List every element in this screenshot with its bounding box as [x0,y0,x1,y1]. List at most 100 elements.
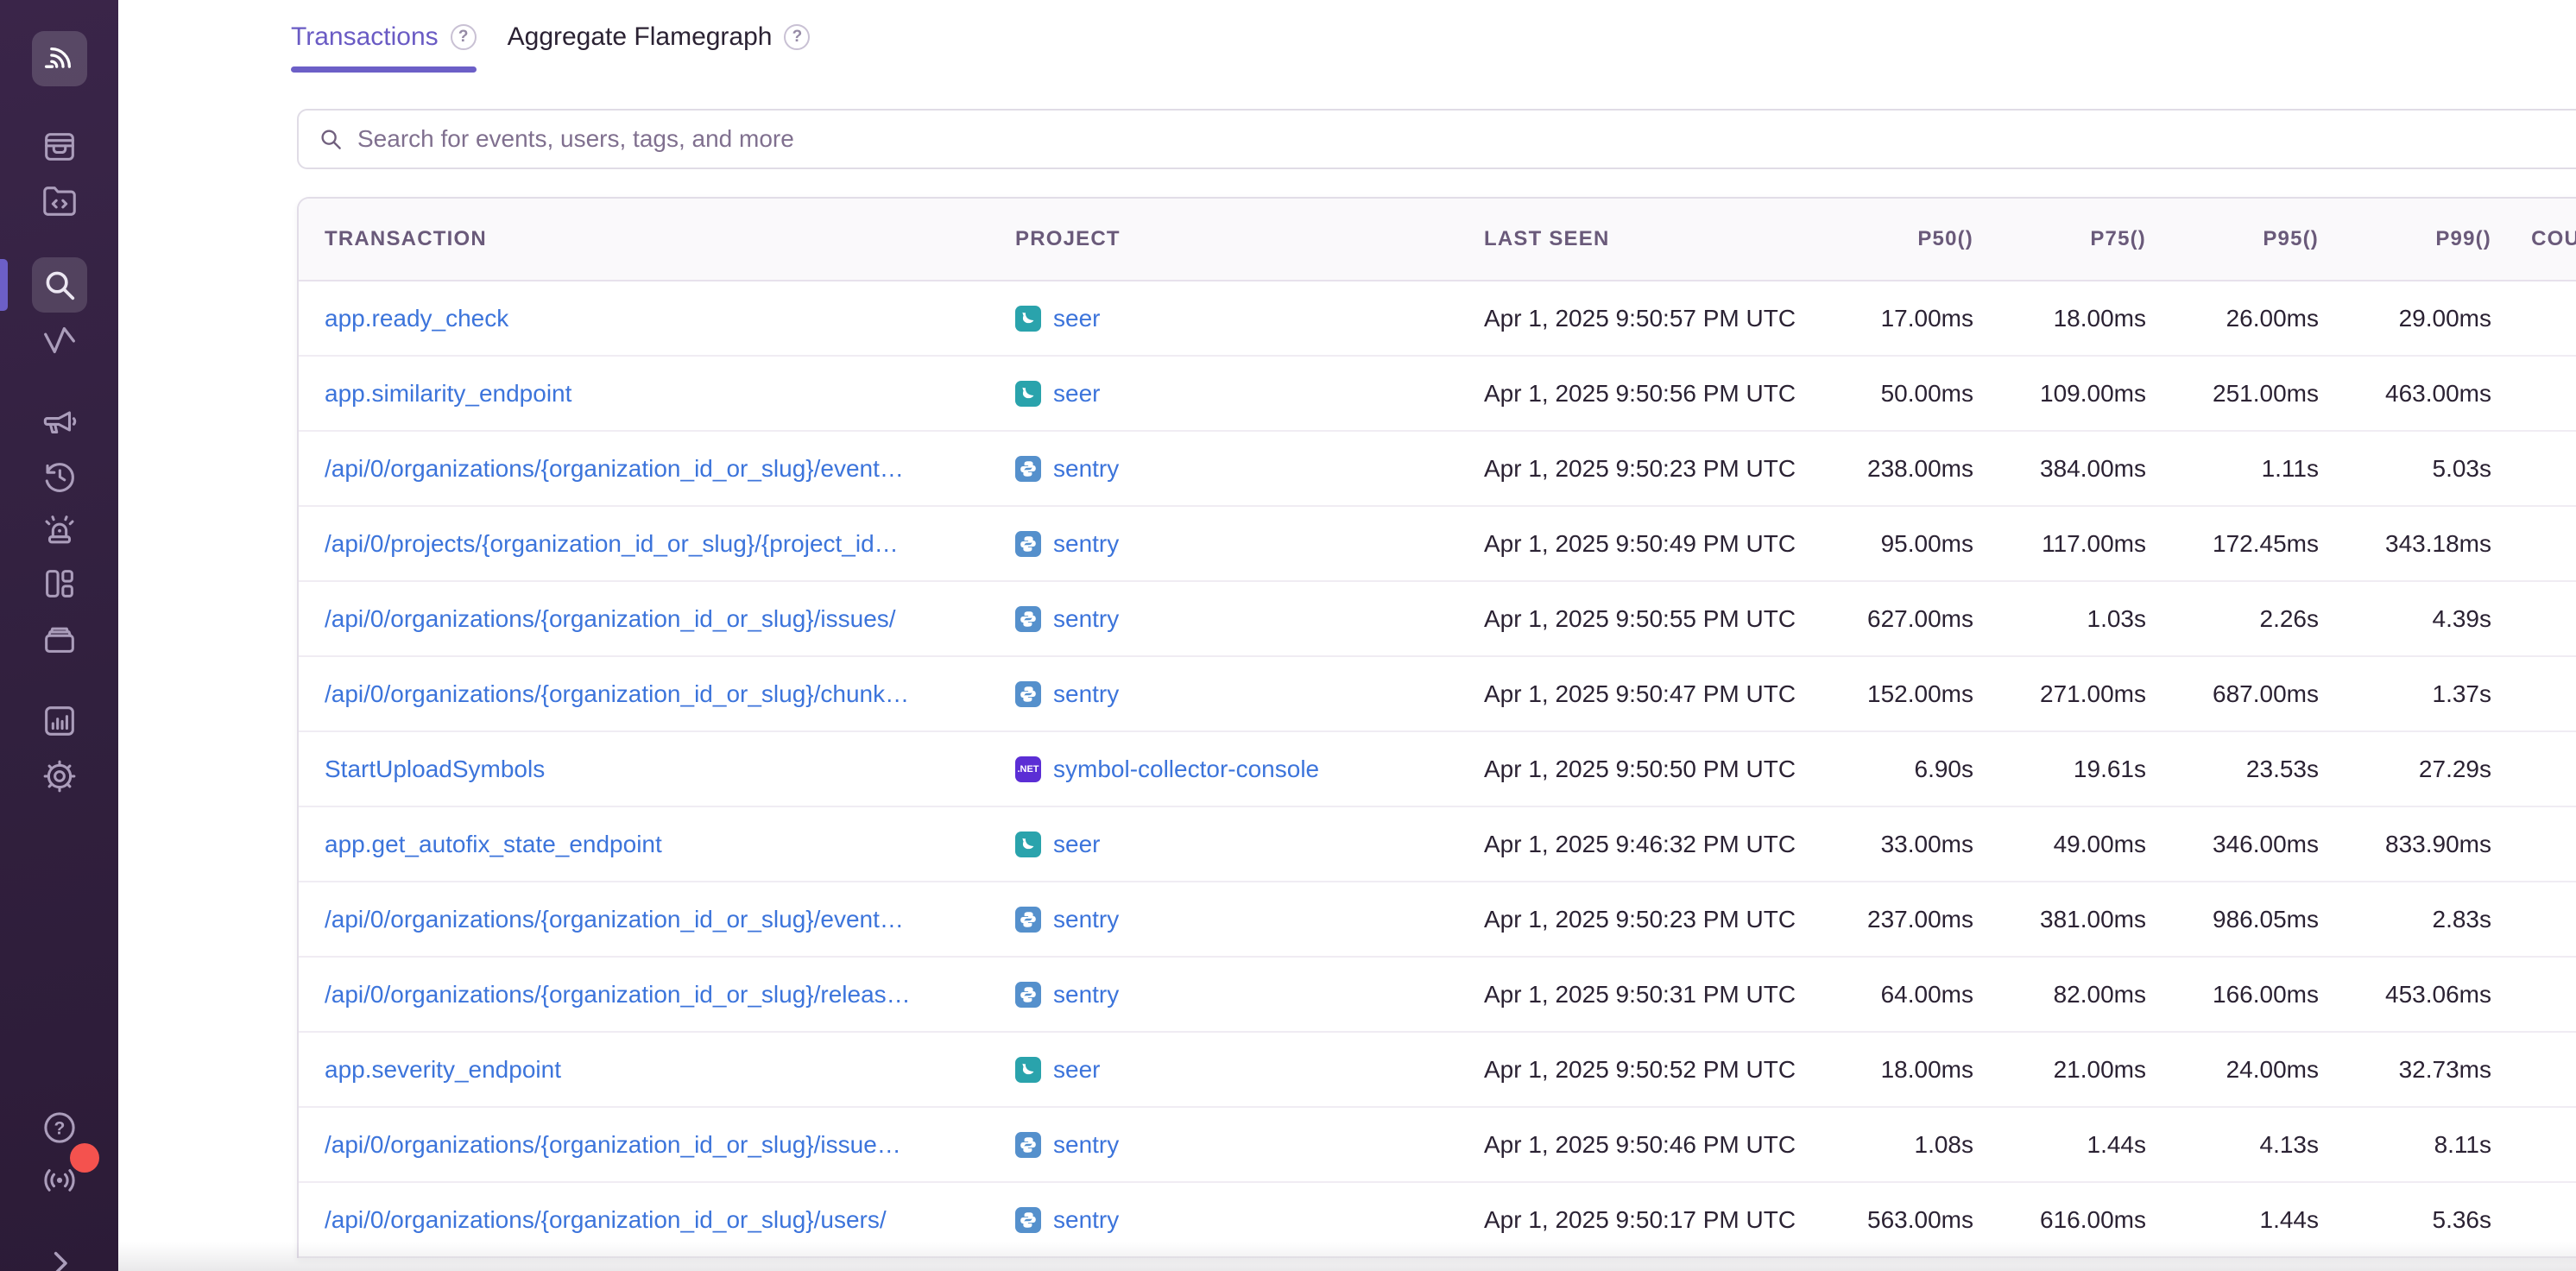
p95-cell: 166.00ms [2146,981,2319,1009]
main-content: Transactions ? Aggregate Flamegraph ? TR… [118,0,2576,1271]
count-cell: 8.9k [2491,831,2576,858]
transaction-link[interactable]: /api/0/projects/{organization_id_or_slug… [325,530,899,557]
sidebar-collapse-chevron-icon[interactable] [32,1236,87,1271]
sentry-logo-icon[interactable] [32,31,87,86]
svg-text:?: ? [54,1119,65,1139]
project-link[interactable]: seer [1053,1056,1100,1084]
project-link[interactable]: seer [1053,380,1100,408]
whats-new-broadcast-icon[interactable] [32,1152,87,1207]
p75-cell: 1.44s [1973,1131,2146,1159]
project-icon [1015,982,1041,1008]
p50-cell: 95.00ms [1818,530,1973,558]
table-row: /api/0/organizations/{organization_id_or… [299,582,2576,657]
count-cell: 3.7k [2491,1206,2576,1234]
search-bar[interactable] [297,109,2576,169]
stats-icon[interactable] [32,693,87,749]
search-input[interactable] [357,125,2576,153]
transaction-link[interactable]: app.ready_check [325,305,508,332]
active-nav-indicator [0,259,8,311]
project-link[interactable]: sentry [1053,1131,1119,1159]
count-cell: 4.8k [2491,1056,2576,1084]
last-seen-cell: Apr 1, 2025 9:50:47 PM UTC [1484,680,1818,708]
project-cell: seer [1015,831,1484,858]
transaction-link[interactable]: /api/0/organizations/{organization_id_or… [325,1131,901,1158]
project-link[interactable]: sentry [1053,530,1119,558]
column-header-last-seen[interactable]: LAST SEEN [1484,227,1818,251]
project-icon: .NET [1015,756,1041,782]
project-link[interactable]: seer [1053,305,1100,332]
traces-icon[interactable] [32,312,87,367]
p50-cell: 50.00ms [1818,380,1973,408]
transaction-cell: /api/0/projects/{organization_id_or_slug… [325,530,1015,558]
project-link[interactable]: sentry [1053,906,1119,933]
p95-cell: 4.13s [2146,1131,2319,1159]
project-cell: sentry [1015,455,1484,483]
p50-cell: 237.00ms [1818,906,1973,933]
replays-icon[interactable] [32,449,87,504]
explore-search-icon[interactable] [32,257,87,313]
project-link[interactable]: sentry [1053,455,1119,483]
project-link[interactable]: sentry [1053,605,1119,633]
releases-icon[interactable] [32,611,87,667]
p95-cell: 986.05ms [2146,906,2319,933]
count-header-label: COUNT() [2531,227,2576,251]
column-header-count[interactable]: COUNT() ↓ [2491,226,2576,253]
p50-cell: 17.00ms [1818,305,1973,332]
p99-cell: 29.00ms [2319,305,2491,332]
transaction-link[interactable]: /api/0/organizations/{organization_id_or… [325,981,911,1008]
p99-cell: 8.11s [2319,1131,2491,1159]
project-link[interactable]: sentry [1053,981,1119,1009]
column-header-transaction[interactable]: TRANSACTION [325,227,1015,251]
p95-cell: 346.00ms [2146,831,2319,858]
transaction-link[interactable]: /api/0/organizations/{organization_id_or… [325,680,909,707]
transaction-link[interactable]: app.similarity_endpoint [325,380,571,407]
column-header-p99[interactable]: P99() [2319,227,2491,251]
tab-aggregate-flamegraph[interactable]: Aggregate Flamegraph ? [508,22,811,73]
transaction-link[interactable]: /api/0/organizations/{organization_id_or… [325,605,896,632]
count-cell: 12k [2491,680,2576,708]
transaction-link[interactable]: StartUploadSymbols [325,756,545,782]
transaction-cell: app.ready_check [325,305,1015,332]
column-header-p50[interactable]: P50() [1818,227,1973,251]
column-header-p75[interactable]: P75() [1973,227,2146,251]
column-header-project[interactable]: PROJECT [1015,227,1484,251]
p75-cell: 381.00ms [1973,906,2146,933]
tab-bar: Transactions ? Aggregate Flamegraph ? [291,0,2576,73]
transactions-help-icon[interactable]: ? [451,24,477,50]
transaction-link[interactable]: /api/0/organizations/{organization_id_or… [325,906,904,933]
p95-cell: 251.00ms [2146,380,2319,408]
transaction-link[interactable]: /api/0/organizations/{organization_id_or… [325,1206,887,1233]
alerts-icon[interactable] [32,503,87,558]
notification-dot [70,1143,99,1173]
settings-icon[interactable] [32,749,87,804]
tab-transactions[interactable]: Transactions ? [291,22,477,73]
p75-cell: 384.00ms [1973,455,2146,483]
p75-cell: 18.00ms [1973,305,2146,332]
project-icon [1015,606,1041,632]
p50-cell: 6.90s [1818,756,1973,783]
transaction-link[interactable]: app.get_autofix_state_endpoint [325,831,662,857]
search-icon [318,126,344,152]
project-link[interactable]: sentry [1053,1206,1119,1234]
project-cell: .NET symbol-collector-console [1015,756,1484,783]
project-icon [1015,1132,1041,1158]
projects-icon[interactable] [32,174,87,229]
feedback-icon[interactable] [32,394,87,449]
transaction-cell: app.severity_endpoint [325,1056,1015,1084]
project-link[interactable]: sentry [1053,680,1119,708]
transaction-link[interactable]: app.severity_endpoint [325,1056,561,1083]
p75-cell: 82.00ms [1973,981,2146,1009]
table-row: /api/0/organizations/{organization_id_or… [299,1183,2576,1258]
aggregate-flamegraph-help-icon[interactable]: ? [784,24,810,50]
table-row: app.get_autofix_state_endpoint seer Apr … [299,807,2576,882]
issues-icon[interactable] [32,119,87,174]
project-icon [1015,681,1041,707]
p50-cell: 152.00ms [1818,680,1973,708]
column-header-p95[interactable]: P95() [2146,227,2319,251]
transaction-link[interactable]: /api/0/organizations/{organization_id_or… [325,455,904,482]
project-link[interactable]: seer [1053,831,1100,858]
dashboards-icon[interactable] [32,556,87,611]
project-icon [1015,907,1041,933]
table-row: /api/0/organizations/{organization_id_or… [299,657,2576,732]
project-link[interactable]: symbol-collector-console [1053,756,1319,783]
